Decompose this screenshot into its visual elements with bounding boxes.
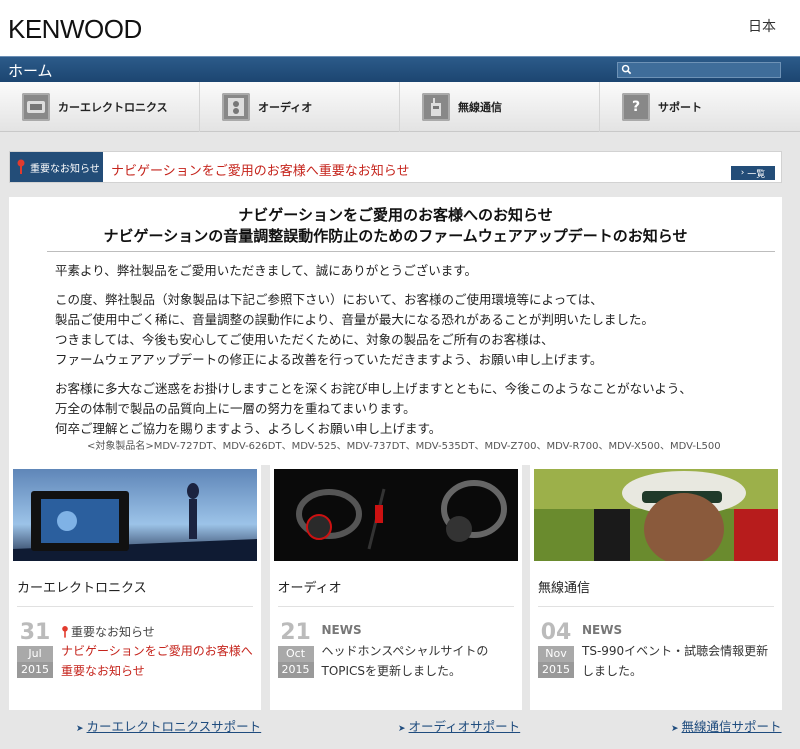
link-label: オーディオサポート — [408, 719, 521, 734]
kenwood-logo[interactable]: KENWOOD — [8, 14, 142, 45]
chevron-right-icon: › — [740, 168, 745, 178]
car-electronics-support-link[interactable]: ➤ カーエレクトロニクスサポート — [76, 716, 261, 735]
pin-icon — [62, 625, 68, 638]
site-header: KENWOOD 日本 — [0, 0, 800, 56]
announcement-paragraph: 平素より、弊社製品をご愛用いただきまして、誠にありがとうございます。 — [55, 263, 478, 278]
search-input[interactable] — [634, 63, 778, 77]
announcement-paragraph: お客様に多大なご迷惑をお掛けしますことを深くお詫び申し上げますとともに、今後この… — [55, 379, 775, 439]
audio-image[interactable] — [273, 469, 518, 561]
date-badge: 04 Nov 2015 — [538, 620, 574, 678]
date-month: Jul — [17, 646, 53, 662]
target-products: <対象製品名>MDV-727DT、MDV-626DT、MDV-525、MDV-7… — [87, 441, 721, 452]
announcement-line: つきましては、今後も安心してご使用いただくために、対象の製品をご所有のお客様は、 — [55, 332, 554, 347]
card-radio: 無線通信 04 Nov 2015 NEWS TS-990イベント・試聴会情報更新… — [530, 465, 782, 710]
card-audio: オーディオ 21 Oct 2015 NEWS ヘッドホンスペシャルサイトのTOP… — [269, 465, 522, 710]
chevron-right-icon: ➤ — [76, 724, 84, 734]
category-nav: カーエレクトロニクス オーディオ 無線通信 ? サポート — [0, 82, 800, 132]
card-title[interactable]: オーディオ — [278, 577, 342, 596]
pin-icon — [17, 159, 25, 174]
support-question-icon: ? — [622, 93, 650, 121]
card-title[interactable]: 無線通信 — [538, 577, 590, 596]
chevron-right-icon: ➤ — [398, 724, 406, 734]
category-radio[interactable]: 無線通信 — [400, 82, 600, 132]
announcement-line: ファームウェアアップデートの修正による改善を行っていただきますよう、お願い申し上… — [55, 352, 603, 367]
search-box — [617, 62, 781, 78]
announcement-line: 何卒ご理解とご協力を賜りますよう、よろしくお願い申し上げます。 — [55, 421, 442, 436]
radio-communication-icon — [422, 93, 450, 121]
category-label: 無線通信 — [458, 101, 502, 114]
announcement-paragraph: この度、弊社製品（対象製品は下記ご参照下さい）において、お客様のご使用環境等によ… — [55, 290, 775, 370]
news-link[interactable]: ヘッドホンスペシャルサイトのTOPICSを更新しました。 — [322, 641, 518, 681]
date-month: Oct — [277, 646, 314, 662]
news-label: NEWS — [321, 623, 362, 637]
list-button[interactable]: › 一覧 — [731, 166, 775, 180]
home-link[interactable]: ホーム — [8, 60, 53, 81]
date-month: Nov — [538, 646, 574, 662]
date-year: 2015 — [538, 662, 574, 678]
announcement-body: 平素より、弊社製品をご愛用いただきまして、誠にありがとうございます。 この度、弊… — [55, 261, 775, 448]
category-label: サポート — [658, 101, 702, 114]
audio-speaker-icon — [222, 93, 250, 121]
category-label: カーエレクトロニクス — [58, 101, 168, 114]
announcement-panel: ナビゲーションをご愛用のお客様へのお知らせ ナビゲーションの音量調整誤動作防止の… — [9, 197, 782, 465]
date-year: 2015 — [277, 662, 314, 678]
announcement-line: お客様に多大なご迷惑をお掛けしますことを深くお詫び申し上げますとともに、今後この… — [55, 381, 692, 396]
news-link[interactable]: ナビゲーションをご愛用のお客様へ重要なお知らせ — [61, 641, 257, 681]
news-label: NEWS — [582, 623, 623, 637]
card-car-electronics: カーエレクトロニクス 31 Jul 2015 重要なお知らせ ナビゲーションをご… — [9, 465, 261, 710]
notice-link[interactable]: ナビゲーションをご愛用のお客様へ重要なお知らせ — [111, 160, 409, 179]
date-day: 21 — [280, 620, 311, 645]
nav-bar: ホーム — [0, 56, 800, 82]
chevron-right-icon: ➤ — [671, 724, 679, 734]
notice-tag: 重要なお知らせ — [10, 152, 103, 182]
link-label: 無線通信サポート — [681, 719, 782, 734]
news-label-text: 重要なお知らせ — [71, 625, 155, 639]
audio-support-link[interactable]: ➤ オーディオサポート — [398, 716, 520, 735]
category-label: オーディオ — [258, 101, 313, 114]
search-icon[interactable] — [621, 64, 632, 75]
news-label: 重要なお知らせ — [61, 623, 155, 640]
news-link[interactable]: TS-990イベント・試聴会情報更新しました。 — [582, 641, 778, 681]
date-day: 31 — [19, 620, 51, 645]
announcement-title-line1: ナビゲーションをご愛用のお客様へのお知らせ — [238, 206, 553, 224]
car-electronics-image[interactable] — [13, 469, 257, 561]
divider — [538, 606, 774, 607]
support-links: ➤ カーエレクトロニクスサポート ➤ オーディオサポート ➤ 無線通信サポート — [0, 716, 800, 736]
category-audio[interactable]: オーディオ — [200, 82, 400, 132]
announcement-line: 万全の体制で製品の品質向上に一層の努力を重ねてまいります。 — [55, 401, 416, 416]
important-notice-bar: 重要なお知らせ ナビゲーションをご愛用のお客様へ重要なお知らせ › 一覧 — [9, 151, 782, 183]
radio-support-link[interactable]: ➤ 無線通信サポート — [671, 716, 782, 735]
announcement-title: ナビゲーションをご愛用のお客様へのお知らせ ナビゲーションの音量調整誤動作防止の… — [9, 205, 782, 247]
region-selector[interactable]: 日本 — [748, 16, 776, 36]
date-year: 2015 — [17, 662, 53, 678]
radio-image[interactable] — [534, 469, 778, 561]
category-car-electronics[interactable]: カーエレクトロニクス — [0, 82, 200, 132]
announcement-line: 製品ご使用中ごく稀に、音量調整の誤動作により、音量が最大になる恐れがあることが判… — [55, 312, 654, 327]
notice-tag-label: 重要なお知らせ — [30, 163, 100, 175]
link-label: カーエレクトロニクスサポート — [86, 719, 262, 734]
card-title[interactable]: カーエレクトロニクス — [17, 577, 147, 596]
divider — [277, 606, 514, 607]
date-badge: 21 Oct 2015 — [277, 620, 314, 678]
date-day: 04 — [540, 620, 572, 645]
car-electronics-icon — [22, 93, 50, 121]
announcement-line: この度、弊社製品（対象製品は下記ご参照下さい）において、お客様のご使用環境等によ… — [55, 292, 603, 307]
category-support[interactable]: ? サポート — [600, 82, 800, 132]
list-button-label: 一覧 — [747, 169, 766, 180]
divider — [47, 251, 775, 252]
category-cards: カーエレクトロニクス 31 Jul 2015 重要なお知らせ ナビゲーションをご… — [9, 465, 782, 710]
date-badge: 31 Jul 2015 — [17, 620, 53, 678]
announcement-title-line2: ナビゲーションの音量調整誤動作防止のためのファームウェアアップデートのお知らせ — [103, 227, 688, 245]
divider — [17, 606, 253, 607]
